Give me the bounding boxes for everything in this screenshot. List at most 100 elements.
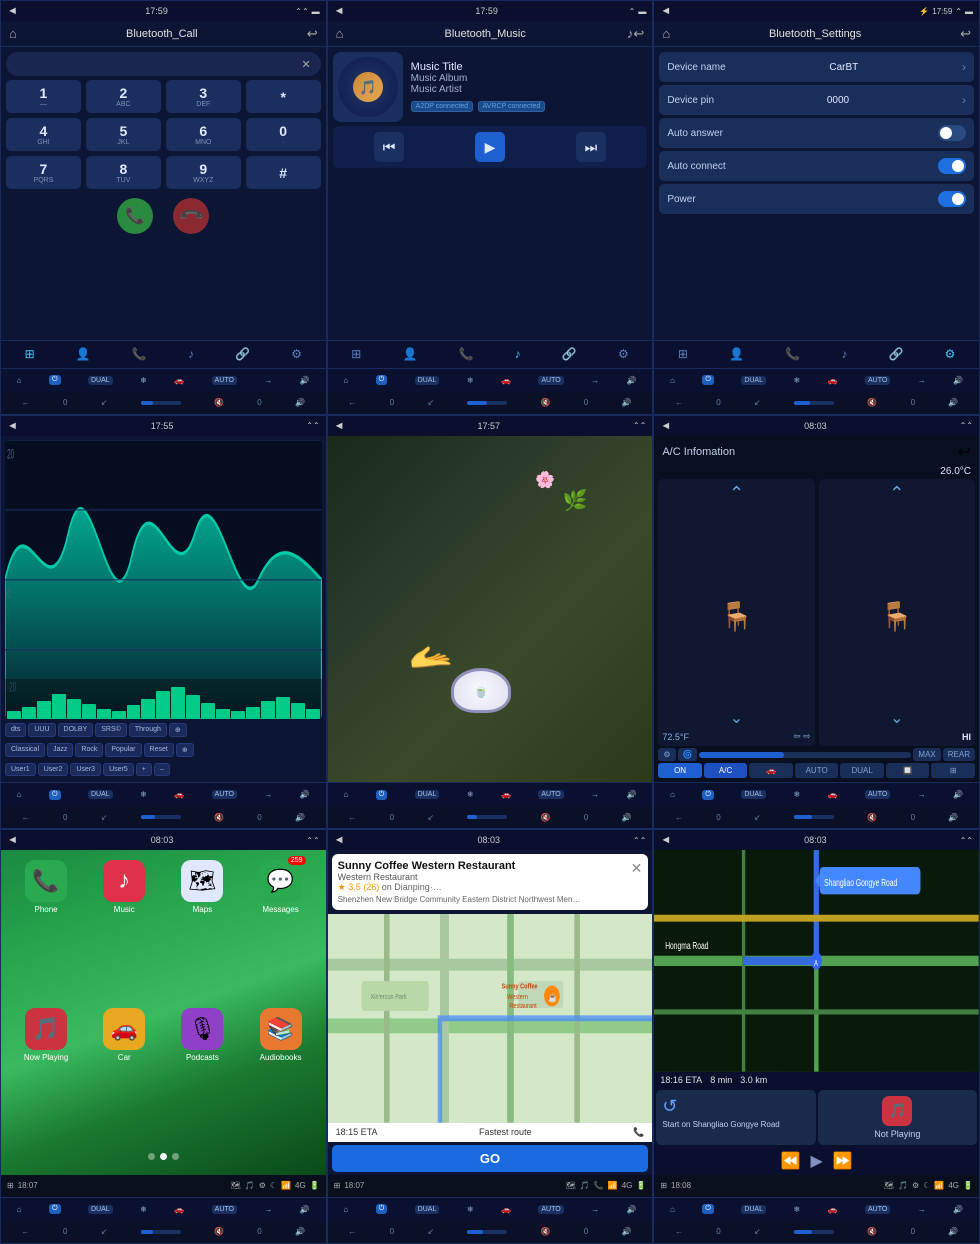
app-podcasts[interactable]: 🎙 Podcasts xyxy=(167,1008,237,1148)
back-arrow-5[interactable]: ◄ xyxy=(334,420,345,432)
ac-on-btn[interactable]: ON xyxy=(658,763,702,778)
dot-2[interactable] xyxy=(160,1153,167,1160)
app-music[interactable]: ♪ Music xyxy=(89,860,159,1000)
ctrl-arrow-1[interactable]: → xyxy=(264,376,272,385)
rb-vol-4[interactable]: 🔊 xyxy=(295,813,305,822)
end-call-button[interactable]: 📞 xyxy=(166,191,217,242)
nav-music-icon3[interactable]: 🎵 xyxy=(898,1181,908,1190)
phone-icon-poi[interactable]: 📞 xyxy=(633,1127,644,1138)
ac-recirculate-btn[interactable]: 🚗 xyxy=(749,763,793,778)
ctrl-vol-8[interactable]: 🔊 xyxy=(627,1205,637,1214)
ctrl-car-1[interactable]: 🚗 xyxy=(174,376,184,385)
ctrl-car-5[interactable]: 🚗 xyxy=(501,790,511,799)
go-button[interactable]: GO xyxy=(332,1145,649,1172)
ctrl-dual-5[interactable]: DUAL xyxy=(415,790,440,799)
ac-dual-btn[interactable]: DUAL xyxy=(840,763,884,778)
home-icon-3[interactable]: ⌂ xyxy=(662,26,670,41)
ctrl-power-5[interactable]: ⏻ xyxy=(376,790,388,800)
ac-settings-btn[interactable]: ⚙ xyxy=(658,748,675,761)
back-arrow-3[interactable]: ◄ xyxy=(660,5,671,17)
dial-5[interactable]: 5JKL xyxy=(86,118,161,151)
rb-back-1[interactable]: ← xyxy=(22,398,30,407)
ctrl-power-4[interactable]: ⏻ xyxy=(49,790,61,800)
ctrl-arrow-8[interactable]: → xyxy=(591,1205,599,1214)
nav2-settings-icon[interactable]: ⚙ xyxy=(618,347,629,361)
ac-back-icon[interactable]: ↩ xyxy=(958,442,971,462)
play-button[interactable]: ▶ xyxy=(475,132,505,162)
ctrl-vol-1[interactable]: 🔊 xyxy=(300,376,310,385)
ctrl-auto-5[interactable]: AUTO xyxy=(538,790,563,799)
ctrl-home-2[interactable]: ⌂ xyxy=(343,376,348,385)
ctrl-snow-9[interactable]: ❄ xyxy=(793,1205,800,1214)
ctrl-arrow-4[interactable]: → xyxy=(264,790,272,799)
nav-grid-icon[interactable]: ⊞ xyxy=(660,1181,667,1190)
ctrl-dual-2[interactable]: DUAL xyxy=(415,376,440,385)
nav-map-view[interactable]: Hongma Road Shangliao Gongye Road A xyxy=(654,850,979,1072)
nav3-grid-icon[interactable]: ⊞ xyxy=(678,347,688,361)
ctrl-vol-7[interactable]: 🔊 xyxy=(300,1205,310,1214)
next-button[interactable]: ⏭ xyxy=(576,132,606,162)
eq-jazz[interactable]: Jazz xyxy=(47,743,73,757)
ctrl-home-1[interactable]: ⌂ xyxy=(17,376,22,385)
home-icon-1[interactable]: ⌂ xyxy=(9,26,17,41)
rb-back-8[interactable]: ← xyxy=(348,1227,356,1236)
ctrl-car-4[interactable]: 🚗 xyxy=(174,790,184,799)
home-icon-2[interactable]: ⌂ xyxy=(336,26,344,41)
toggle-auto-connect[interactable] xyxy=(938,158,966,174)
ctrl-snow-6[interactable]: ❄ xyxy=(793,790,800,799)
ctrl-power-2[interactable]: ⏻ xyxy=(376,375,388,385)
ctrl-car-3[interactable]: 🚗 xyxy=(828,376,838,385)
ctrl-dual-8[interactable]: DUAL xyxy=(415,1205,440,1214)
eq-dts[interactable]: dts xyxy=(5,723,26,737)
back-icon-2[interactable]: ↩ xyxy=(633,26,644,42)
dot-1[interactable] xyxy=(148,1153,155,1160)
ctrl-snow-8[interactable]: ❄ xyxy=(467,1205,474,1214)
ctrl-vol-5[interactable]: 🔊 xyxy=(627,790,637,799)
eq-add[interactable]: + xyxy=(136,763,152,776)
rb-vol-7[interactable]: 🔊 xyxy=(295,1227,305,1236)
eq-uuu[interactable]: UUU xyxy=(28,723,55,737)
eq-reset[interactable]: Reset xyxy=(144,743,174,757)
dial-8[interactable]: 8TUV xyxy=(86,156,161,189)
eq-srs[interactable]: SRS© xyxy=(95,723,127,737)
setting-device-pin[interactable]: Device pin 0000 › xyxy=(659,85,974,115)
ctrl-home-8[interactable]: ⌂ xyxy=(343,1205,348,1214)
rb-back-2[interactable]: ← xyxy=(348,398,356,407)
ac-defrost-btn[interactable]: 🔲 xyxy=(886,763,930,778)
nav2-user-icon[interactable]: 👤 xyxy=(402,347,417,361)
rb-vol-5[interactable]: 🔊 xyxy=(622,813,632,822)
rb-vol-9[interactable]: 🔊 xyxy=(948,1227,958,1236)
ac-auto-btn[interactable]: AUTO xyxy=(795,763,839,778)
prev-button[interactable]: ⏮ xyxy=(374,132,404,162)
eq-classical[interactable]: Classical xyxy=(5,743,45,757)
rb-back-5[interactable]: ← xyxy=(348,813,356,822)
clear-button[interactable]: ✕ xyxy=(301,58,310,71)
eq-user3[interactable]: User3 xyxy=(70,763,101,776)
eq-popular[interactable]: Popular xyxy=(105,743,141,757)
ctrl-dual-7[interactable]: DUAL xyxy=(88,1205,113,1214)
eq-user5[interactable]: User5 xyxy=(103,763,134,776)
carplay-maps-icon[interactable]: 🗺 xyxy=(231,1181,241,1190)
nav3-phone-icon[interactable]: 📞 xyxy=(785,347,800,361)
ctrl-vol-2[interactable]: 🔊 xyxy=(627,376,637,385)
nav-music-icon[interactable]: ♪ xyxy=(188,347,194,361)
ac-max-btn[interactable]: MAX xyxy=(913,748,940,761)
ctrl-home-7[interactable]: ⌂ xyxy=(17,1205,22,1214)
eq-user1[interactable]: User1 xyxy=(5,763,36,776)
map-view[interactable]: Xin'ercun Park ☕ Sunny Coffee Western Re… xyxy=(328,914,653,1123)
back-icon-1[interactable]: ↩ xyxy=(307,26,318,42)
app-audiobooks[interactable]: 📚 Audiobooks xyxy=(245,1008,315,1148)
ctrl-car-9[interactable]: 🚗 xyxy=(828,1205,838,1214)
ac-fan-btn[interactable]: 🌀 xyxy=(678,748,698,761)
dot-3[interactable] xyxy=(172,1153,179,1160)
app-phone[interactable]: 📞 Phone xyxy=(11,860,81,1000)
ctrl-auto-9[interactable]: AUTO xyxy=(865,1205,890,1214)
nav2-music-icon[interactable]: ♪ xyxy=(515,347,521,361)
nav2-phone-icon[interactable]: 📞 xyxy=(459,347,474,361)
ctrl-arrow-5[interactable]: → xyxy=(591,790,599,799)
rb-vol-1[interactable]: 🔊 xyxy=(295,398,305,407)
rb-vol-2[interactable]: 🔊 xyxy=(622,398,632,407)
ac-rear-defrost-btn[interactable]: ⊞ xyxy=(931,763,975,778)
ctrl-home-4[interactable]: ⌂ xyxy=(17,790,22,799)
nav-settings-icon2[interactable]: ⚙ xyxy=(912,1181,919,1190)
